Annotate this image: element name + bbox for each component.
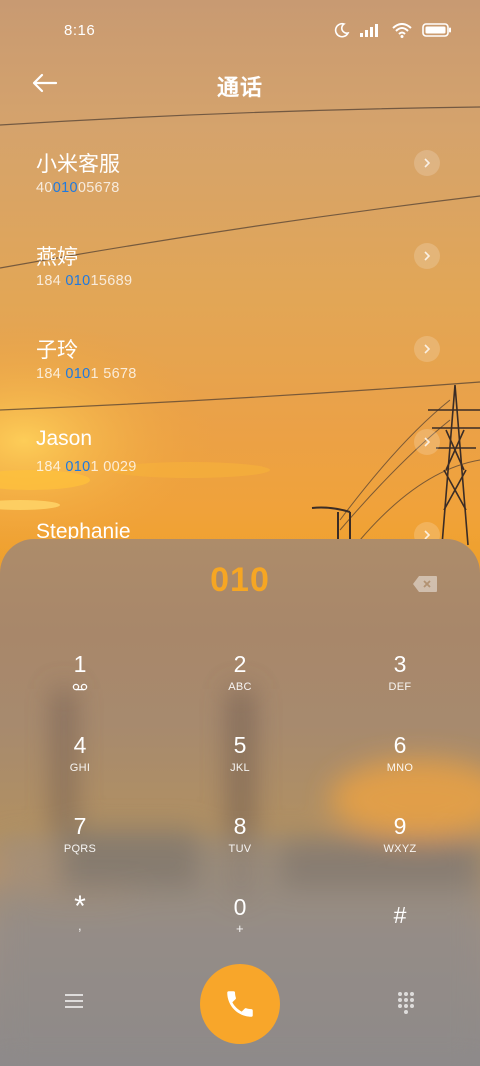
top-bar: 通话: [0, 62, 480, 106]
contact-name: 小米客服: [36, 153, 120, 176]
dialer-actions: [0, 964, 480, 1054]
contact-item[interactable]: Jason 184 0101 0029: [0, 419, 480, 512]
dialer-panel: 010 1 2 ABC 3 DEF 4 GHI 5 JKL 6 MNO 7 PQRS 8 TU…: [0, 539, 480, 1066]
key-hash[interactable]: #: [340, 902, 460, 972]
chevron-right-icon[interactable]: [414, 150, 440, 176]
backspace-icon[interactable]: [412, 575, 438, 593]
contact-number: 184 0101 5678: [36, 366, 137, 382]
key-4[interactable]: 4 GHI: [20, 732, 140, 802]
contact-item[interactable]: 子玲 184 0101 5678: [0, 326, 480, 419]
key-8[interactable]: 8 TUV: [180, 813, 300, 883]
battery-icon: [422, 23, 451, 37]
status-bar: 8:16: [0, 0, 480, 62]
key-6[interactable]: 6 MNO: [340, 732, 460, 802]
contact-name: 子玲: [36, 339, 78, 362]
contact-number: 184 0101 0029: [36, 459, 137, 475]
contact-item[interactable]: 燕婷 184 01015689: [0, 233, 480, 326]
phone-icon: [227, 991, 253, 1017]
dialpad-icon[interactable]: [396, 990, 416, 1014]
key-7[interactable]: 7 PQRS: [20, 813, 140, 883]
voicemail-icon: [72, 683, 88, 691]
call-button[interactable]: [200, 964, 280, 1044]
contact-name: 燕婷: [36, 246, 78, 269]
key-5[interactable]: 5 JKL: [180, 732, 300, 802]
chevron-right-icon[interactable]: [414, 243, 440, 269]
dial-input: 010: [210, 561, 270, 599]
key-3[interactable]: 3 DEF: [340, 651, 460, 721]
contact-list: 小米客服 4001005678 燕婷 184 01015689 子玲 184 0…: [0, 140, 480, 605]
moon-icon: [334, 22, 350, 38]
contact-number: 4001005678: [36, 180, 120, 196]
chevron-right-icon[interactable]: [414, 429, 440, 455]
key-2[interactable]: 2 ABC: [180, 651, 300, 721]
key-9[interactable]: 9 WXYZ: [340, 813, 460, 883]
status-time: 8:16: [64, 22, 96, 39]
wifi-icon: [392, 22, 412, 38]
menu-icon[interactable]: [64, 992, 84, 1010]
contact-number: 184 01015689: [36, 273, 133, 289]
key-star[interactable]: *,: [20, 892, 140, 964]
chevron-right-icon[interactable]: [414, 336, 440, 362]
page-title: 通话: [216, 75, 263, 100]
contact-name: Jason: [36, 427, 93, 450]
key-0[interactable]: 0 +: [180, 894, 300, 964]
key-1[interactable]: 1: [20, 651, 140, 721]
signal-icon: [360, 24, 378, 37]
contact-item[interactable]: 小米客服 4001005678: [0, 140, 480, 233]
